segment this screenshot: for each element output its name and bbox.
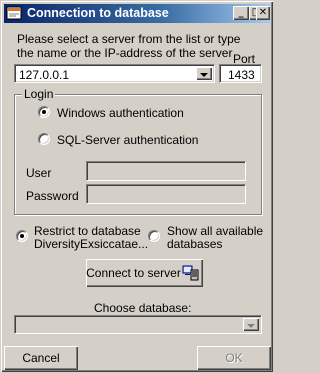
- port-value: 1433: [228, 68, 255, 82]
- minimize-button[interactable]: _: [233, 6, 249, 20]
- chevron-down-icon: [247, 324, 255, 328]
- show-all-databases-label-line2[interactable]: databases: [167, 237, 222, 251]
- radio-selected-dot: [42, 110, 46, 114]
- login-caption: Login: [22, 87, 56, 101]
- port-input[interactable]: 1433: [219, 64, 262, 83]
- sql-auth-label[interactable]: SQL-Server authentication: [57, 133, 198, 147]
- password-input[interactable]: [86, 184, 246, 204]
- show-all-databases-radio[interactable]: [148, 230, 160, 242]
- server-dropdown-button[interactable]: [196, 67, 212, 80]
- database-dropdown-button[interactable]: [243, 318, 259, 331]
- windows-auth-radio[interactable]: [38, 106, 50, 118]
- server-combobox[interactable]: 127.0.0.1: [14, 64, 215, 83]
- ok-button[interactable]: OK: [197, 346, 271, 370]
- cancel-label: Cancel: [22, 351, 60, 365]
- connection-dialog: Connection to database _ □ ✕ Please sele…: [0, 0, 274, 373]
- ok-label: OK: [225, 351, 243, 365]
- title-bar[interactable]: Connection to database _ □: [4, 4, 270, 23]
- user-input[interactable]: [86, 161, 246, 181]
- user-label: User: [26, 166, 52, 180]
- sql-auth-radio[interactable]: [38, 133, 50, 145]
- chevron-down-icon: [200, 73, 208, 77]
- connect-to-server-button[interactable]: Connect to server: [86, 259, 203, 287]
- server-instruction-line1: Please select a server from the list or …: [17, 32, 241, 46]
- restrict-database-radio[interactable]: [16, 230, 28, 242]
- restrict-database-label-line2[interactable]: DiversityExsiccatae...: [34, 237, 148, 251]
- close-button[interactable]: ✕: [256, 6, 270, 20]
- choose-database-label: Choose database:: [94, 301, 192, 315]
- radio-selected-dot: [20, 234, 24, 238]
- database-login-icon: [6, 6, 22, 20]
- password-label: Password: [26, 189, 79, 203]
- window-title: Connection to database: [27, 6, 169, 20]
- server-connect-icon: [182, 265, 199, 281]
- minimize-icon: _: [238, 7, 244, 18]
- connect-to-server-label: Connect to server: [86, 266, 181, 280]
- cancel-button[interactable]: Cancel: [4, 346, 78, 370]
- restrict-database-label-line1[interactable]: Restrict to database: [34, 224, 141, 238]
- close-icon: ✕: [258, 7, 268, 18]
- show-all-databases-label-line1[interactable]: Show all available: [167, 224, 263, 238]
- database-combobox[interactable]: [14, 315, 262, 334]
- server-value: 127.0.0.1: [19, 68, 70, 82]
- windows-auth-label[interactable]: Windows authentication: [57, 106, 184, 120]
- server-instruction-line2: the name or the IP-address of the server: [17, 46, 233, 60]
